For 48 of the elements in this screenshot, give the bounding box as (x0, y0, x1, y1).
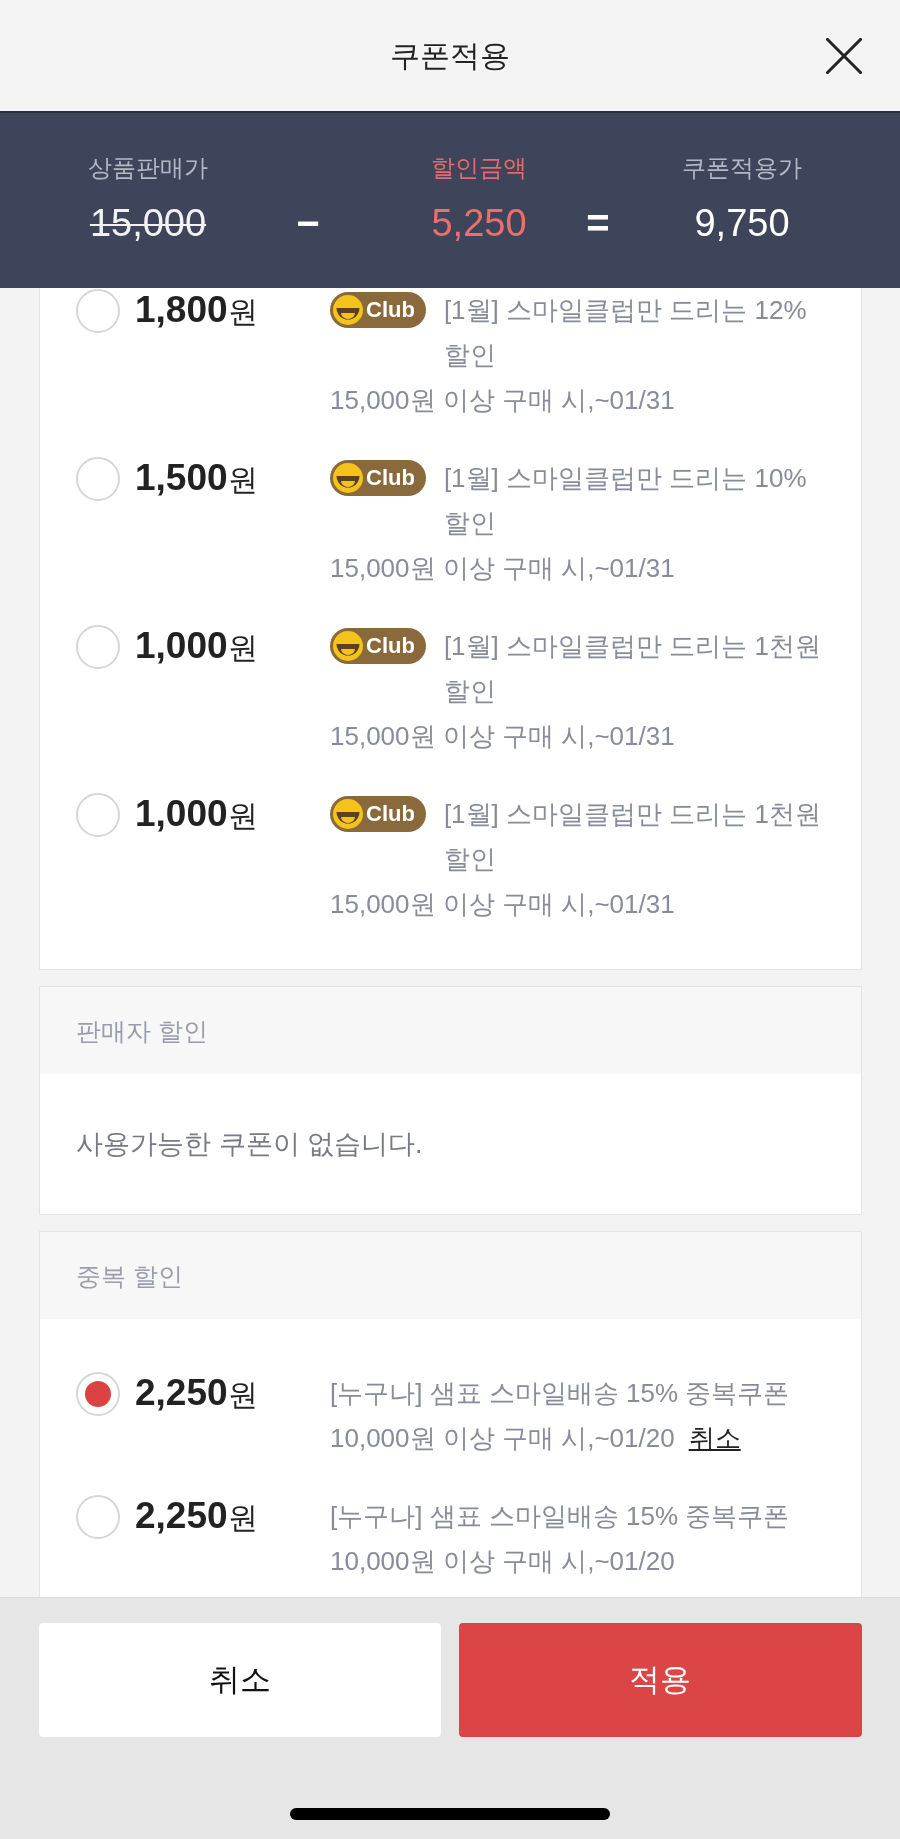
club-label: Club (366, 464, 415, 492)
coupon-amount: 1,800원 (135, 288, 258, 332)
coupon-description: [1월] 스마일클럽만 드리는 1천원 할인 (443, 630, 822, 708)
apply-button[interactable]: 적용 (459, 1623, 862, 1737)
radio-button[interactable] (76, 1371, 120, 1416)
coupon-amount: 1,000원 (135, 624, 258, 668)
radio-button[interactable] (76, 1494, 120, 1539)
original-price: 15,000 (89, 201, 207, 246)
coupon-description: [누구나] 샘표 스마일배송 15% 중복쿠폰 (330, 1500, 791, 1533)
coupon-description: [1월] 스마일클럽만 드리는 12% 할인 (443, 294, 808, 372)
smiley-icon (333, 799, 363, 829)
section-title: 판매자 할인 (76, 1015, 208, 1047)
smiley-icon (333, 295, 363, 325)
price-label: 할인금액 (431, 153, 527, 183)
radio-button[interactable] (76, 624, 120, 669)
coupon-condition: 15,000원 이상 구매 시,~01/31 (330, 385, 675, 415)
operator-sign: − (296, 200, 320, 246)
price-label: 상품판매가 (88, 153, 208, 183)
price-label: 쿠폰적용가 (682, 153, 802, 183)
coupon-condition: 10,000원 이상 구매 시,~01/20 (330, 1423, 675, 1453)
coupon-description: [1월] 스마일클럽만 드리는 1천원 할인 (443, 798, 822, 876)
coupon-condition: 15,000원 이상 구매 시,~01/31 (330, 889, 675, 919)
coupon-condition: 15,000원 이상 구매 시,~01/31 (330, 553, 675, 583)
coupon-condition: 10,000원 이상 구매 시,~01/20 (330, 1546, 675, 1576)
operator-sign: = (586, 200, 610, 246)
coupon-amount: 1,000원 (135, 792, 258, 836)
smiley-icon (333, 463, 363, 493)
empty-message: 사용가능한 쿠폰이 없습니다. (76, 1129, 423, 1159)
coupon-amount: 1,500원 (135, 456, 258, 500)
radio-button[interactable] (76, 792, 120, 837)
section-title: 중복 할인 (76, 1260, 183, 1292)
dialog-title: 쿠폰적용 (390, 37, 510, 74)
coupon-amount: 2,250원 (135, 1494, 258, 1538)
cancel-button[interactable]: 취소 (38, 1623, 441, 1737)
radio-button[interactable] (76, 288, 120, 333)
smiley-icon (333, 631, 363, 661)
club-label: Club (366, 800, 415, 828)
coupon-amount: 2,250원 (135, 1371, 258, 1415)
close-icon[interactable] (826, 37, 862, 74)
cancel-link[interactable]: 취소 (688, 1423, 741, 1453)
club-label: Club (366, 296, 415, 324)
coupon-condition: 15,000원 이상 구매 시,~01/31 (330, 721, 675, 751)
discount-amount: 5,250 (431, 201, 527, 246)
club-label: Club (366, 632, 415, 660)
coupon-description: [1월] 스마일클럽만 드리는 10% 할인 (443, 462, 808, 540)
coupon-description: [누구나] 샘표 스마일배송 15% 중복쿠폰 (330, 1377, 791, 1410)
radio-button[interactable] (76, 456, 120, 501)
final-price: 9,750 (694, 201, 790, 246)
